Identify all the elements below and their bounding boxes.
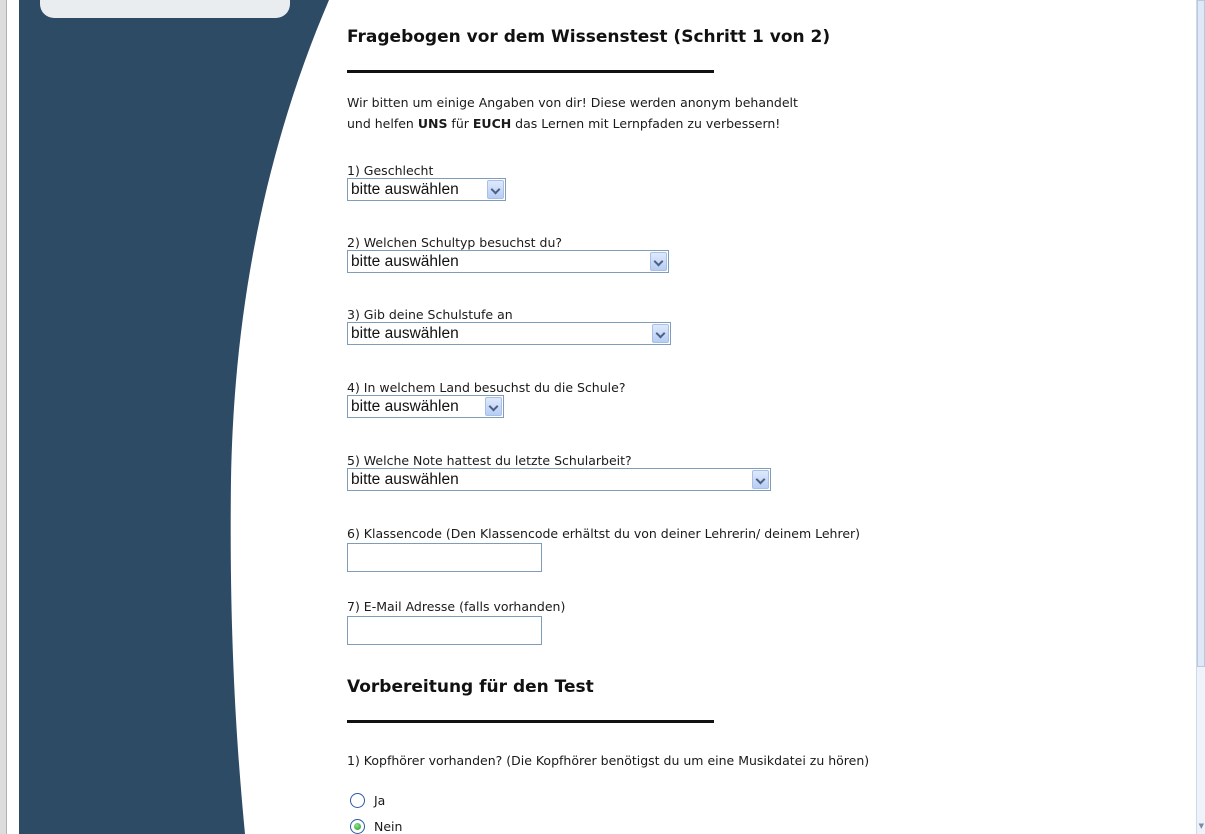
chevron-down-icon[interactable] <box>752 470 769 489</box>
question-label: 7) E-Mail Adresse (falls vorhanden) <box>347 599 566 614</box>
chevron-down-icon[interactable] <box>652 324 669 343</box>
email-input[interactable] <box>347 616 542 645</box>
question-label: 5) Welche Note hattest du letzte Schular… <box>347 453 632 468</box>
radio-icon[interactable] <box>350 819 365 834</box>
question-email: 7) E-Mail Adresse (falls vorhanden) <box>347 599 565 645</box>
section-title-preparation: Vorbereitung für den Test <box>347 677 594 697</box>
radio-option-ja[interactable]: Ja <box>350 793 385 808</box>
chevron-down-icon[interactable] <box>650 252 667 271</box>
chevron-down-icon[interactable] <box>487 180 504 199</box>
question-label: 4) In welchem Land besuchst du die Schul… <box>347 380 626 395</box>
sidebar-curved-background <box>19 0 329 834</box>
radio-option-nein[interactable]: Nein <box>350 819 402 834</box>
school-type-select[interactable]: bitte auswählen <box>347 250 669 273</box>
section-divider <box>347 70 714 73</box>
scrollbar[interactable]: ▼ <box>1196 0 1205 834</box>
window-frame-left <box>0 0 7 834</box>
scrollbar-thumb[interactable] <box>1197 0 1205 667</box>
question-country: 4) In welchem Land besuchst du die Schul… <box>347 380 625 418</box>
question-label: 6) Klassencode (Den Klassencode erhältst… <box>347 526 861 541</box>
question-label: 2) Welchen Schultyp besuchst du? <box>347 235 563 250</box>
last-grade-select[interactable]: bitte auswählen <box>347 468 771 491</box>
question-label: 3) Gib deine Schulstufe an <box>347 307 513 322</box>
sidebar-tab <box>40 0 290 18</box>
class-code-input[interactable] <box>347 543 542 572</box>
question-class-code: 6) Klassencode (Den Klassencode erhältst… <box>347 526 860 572</box>
chevron-down-icon[interactable] <box>485 397 502 416</box>
question-grade-level: 3) Gib deine Schulstufe an bitte auswähl… <box>347 307 671 345</box>
question-last-grade: 5) Welche Note hattest du letzte Schular… <box>347 453 771 491</box>
radio-icon[interactable] <box>350 793 365 808</box>
grade-level-select[interactable]: bitte auswählen <box>347 322 671 345</box>
section-title-questionnaire: Fragebogen vor dem Wissenstest (Schritt … <box>347 27 831 47</box>
question-headphones: 1) Kopfhörer vorhanden? (Die Kopfhörer b… <box>347 753 870 768</box>
country-select[interactable]: bitte auswählen <box>347 395 504 418</box>
intro-text: Wir bitten um einige Angaben von dir! Di… <box>347 95 798 131</box>
question-school-type: 2) Welchen Schultyp besuchst du? bitte a… <box>347 235 669 273</box>
question-label: 1) Geschlecht <box>347 163 434 178</box>
question-gender: 1) Geschlecht bitte auswählen <box>347 163 506 201</box>
gender-select[interactable]: bitte auswählen <box>347 178 506 201</box>
section-divider <box>347 720 714 723</box>
scroll-down-icon[interactable]: ▼ <box>1199 822 1204 830</box>
